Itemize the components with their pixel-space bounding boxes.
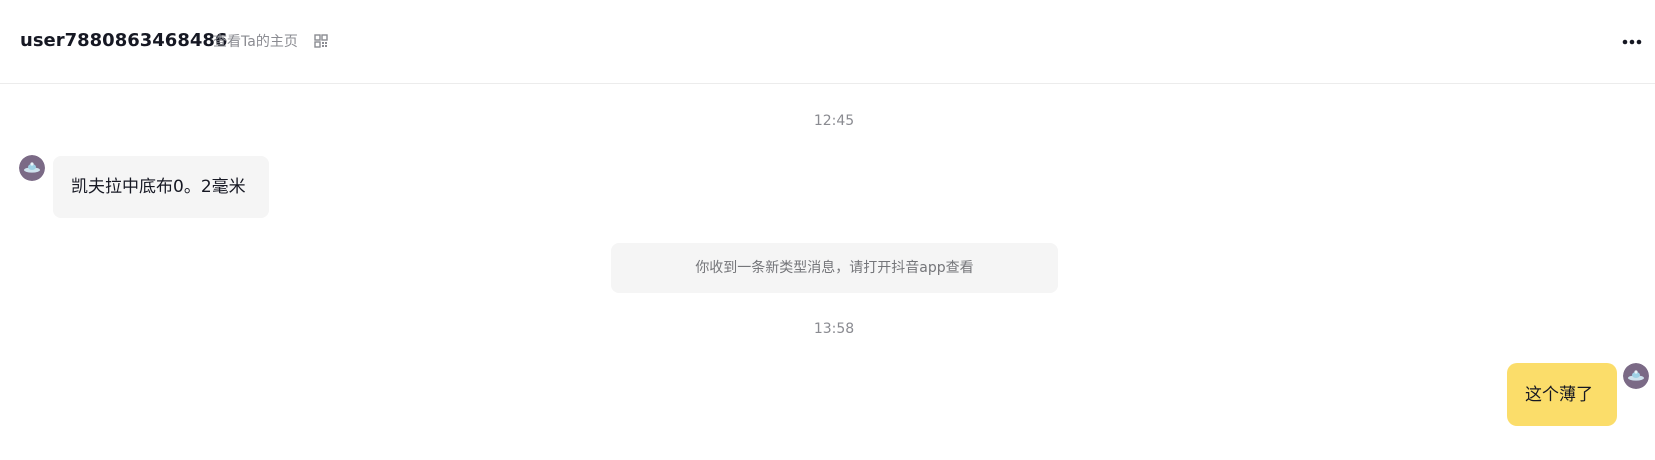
outgoing-message-bubble: 这个薄了 <box>1507 363 1617 426</box>
message-timestamp: 13:58 <box>813 321 855 337</box>
chat-window: user7880863468486 查看Ta的主页 12:45 凯夫拉中底布0。… <box>0 0 1655 460</box>
self-avatar[interactable] <box>1623 363 1649 389</box>
chat-header: user7880863468486 查看Ta的主页 <box>0 0 1655 84</box>
view-profile-link[interactable]: 查看Ta的主页 <box>213 33 298 51</box>
contact-avatar[interactable] <box>19 155 45 181</box>
more-horizontal-icon[interactable] <box>1620 33 1644 51</box>
chat-username: user7880863468486 <box>20 30 228 51</box>
system-notice-message: 你收到一条新类型消息，请打开抖音app查看 <box>611 243 1058 293</box>
qrcode-icon[interactable] <box>314 34 328 48</box>
incoming-message-bubble: 凯夫拉中底布0。2毫米 <box>53 156 269 218</box>
message-timestamp: 12:45 <box>813 113 855 129</box>
